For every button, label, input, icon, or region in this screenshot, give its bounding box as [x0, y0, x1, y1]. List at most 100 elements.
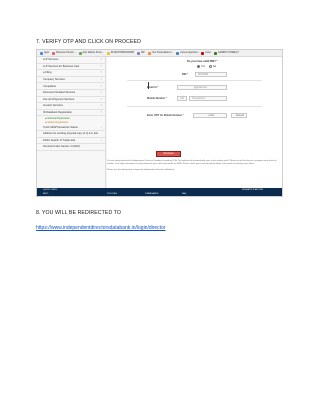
sub-item-label: Individual Registration — [46, 116, 70, 120]
footer-faq[interactable]: FAQ — [182, 193, 186, 195]
bookmark-item[interactable]: Lister — [201, 51, 212, 55]
chevron-icon: ˅ — [100, 91, 102, 95]
chevron-icon: › — [101, 138, 102, 142]
radio-no[interactable]: No — [209, 65, 216, 68]
bookmark-favicon-icon — [176, 51, 180, 55]
sidebar-item[interactable]: Public Search of Trademark › — [37, 138, 105, 145]
sidebar-item-label: Public Search of Trademark — [43, 138, 76, 142]
bookmark-item[interactable]: www.mcaportal.in — [176, 51, 199, 55]
bookmark-item[interactable]: Business Honors... — [52, 51, 76, 55]
bookmark-favicon-icon — [40, 51, 43, 55]
footer-standards[interactable]: STANDARDS — [145, 193, 158, 195]
resend-button[interactable]: Resend — [231, 113, 247, 118]
sidebar-item-label: Investor Services — [43, 104, 63, 108]
sidebar-item[interactable]: e-Filing ˅ — [37, 70, 105, 77]
footer-quick-links[interactable]: QUICK LINKS — [43, 189, 57, 191]
sidebar-item-label: Address for sending physical copy of Q &… — [43, 132, 99, 136]
otp-label: Enter OTP for Mobile Number * — [147, 114, 184, 117]
sidebar-item-label: Complaints — [43, 84, 56, 88]
footer-mca-applications[interactable]: MCA APPLICATIONS — [242, 189, 263, 191]
din-field[interactable]: 09713464 — [195, 72, 227, 77]
chevron-icon: › — [101, 125, 102, 129]
sidebar-item[interactable]: Investor Services ˅ — [37, 103, 105, 110]
sidebar-item-label: Company Services — [43, 78, 65, 82]
email-field[interactable]: @gmail.com — [177, 85, 227, 90]
otp-field[interactable]: Ldddd — [193, 113, 227, 118]
sidebar-item-label: Track SRN/Transaction Status — [43, 125, 78, 129]
din-question: Do you have valid DIN? * — [187, 60, 218, 63]
bookmark-label: Lister — [205, 52, 212, 54]
chevron-icon: ˅ — [100, 71, 102, 75]
mobile-code-field[interactable]: +91 — [177, 96, 187, 101]
radio-label: Yes — [201, 65, 205, 68]
bookmark-favicon-icon — [137, 51, 141, 55]
radio-circle-icon — [197, 65, 200, 68]
redirect-note: You are being redirected to Independent … — [107, 160, 277, 172]
sidebar-extra: Track SRN/Transaction Status › Address for… — [37, 124, 105, 151]
site-footer: QUICK LINKS INFO POLICIES STANDARDS FAQ … — [37, 188, 282, 196]
sidebar-item[interactable]: Company Services ˅ — [37, 77, 105, 84]
sidebar-item-label: Nominal Under Section 1 (MAO) — [43, 145, 81, 149]
radio-label: No — [213, 65, 217, 68]
footer-info[interactable]: INFO — [43, 193, 48, 195]
sidebar: LLP Services ˅ LLP Services for Business U… — [37, 57, 106, 188]
mobile-label: Mobile Number * — [147, 97, 167, 100]
redirect-note-text-2: Please use that information to login int… — [107, 169, 175, 172]
bookmark-item[interactable]: GAMBIT CONNECT — [214, 51, 239, 55]
bookmark-label: Quiz Matrics Proce... — [82, 52, 104, 54]
sidebar-item[interactable]: Track SRN/Transaction Status › — [37, 124, 105, 131]
bookmark-label: MP — [141, 52, 145, 54]
sidebar-item[interactable]: Document Related Services ˅ — [37, 90, 105, 97]
step-7-heading: 7. VERIFY OTP AND CLICK ON PROCEED — [36, 39, 141, 45]
footer-policies[interactable]: POLICIES — [107, 193, 117, 195]
sidebar-item-label: Fee and Payment Services — [43, 97, 75, 101]
bookmarks-bar: Apps Business Honors... Quiz Matrics Proce… — [37, 50, 282, 57]
step-8-heading: 8. YOU WILL BE REDIRECTED TO — [36, 210, 122, 216]
sidebar-item-label: Document Related Services — [43, 91, 76, 95]
director-login-link[interactable]: https://www.independentdirectorsdatabank… — [36, 225, 166, 231]
bookmark-favicon-icon — [214, 51, 218, 55]
bookmark-item[interactable]: Quiz Matrics Proce... — [78, 51, 104, 55]
sidebar-menu: LLP Services ˅ LLP Services for Business U… — [37, 57, 105, 117]
chevron-icon: ˅ — [100, 84, 102, 88]
bookmark-item[interactable]: Your Financiaforum... — [147, 51, 174, 55]
bookmark-item[interactable]: Apps — [40, 51, 50, 55]
email-value: @gmail.com — [194, 86, 207, 89]
sidebar-item-label: e-Filing — [43, 71, 52, 75]
bookmark-favicon-icon — [106, 51, 110, 55]
sidebar-item-label: LLP Services for Business User — [43, 64, 80, 68]
sidebar-item[interactable]: Nominal Under Section 1 (MAO) — [37, 144, 105, 151]
text-cursor-icon — [148, 82, 149, 89]
mobile-field[interactable]: 7xxxxxxxxxx — [189, 96, 227, 101]
bookmark-label: GAMBIT CONNECT — [218, 52, 239, 54]
bookmark-label: Your Financiaforum... — [151, 52, 174, 54]
bookmark-favicon-icon — [147, 51, 151, 55]
sidebar-item[interactable]: Address for sending physical copy of Q &… — [37, 131, 105, 138]
chevron-icon: ˅ — [100, 97, 102, 101]
screenshot: Apps Business Honors... Quiz Matrics Proce… — [36, 49, 283, 197]
sub-item-label: Institute Registration — [46, 120, 69, 124]
bookmark-label: INVESTOR/BOARD/IP — [110, 52, 135, 54]
chevron-icon: ˅ — [100, 104, 102, 108]
sidebar-item[interactable]: ID Databank Registration ˄ — [37, 110, 105, 117]
bookmark-label: Business Honors... — [56, 52, 76, 54]
radio-yes[interactable]: Yes — [197, 65, 205, 68]
sidebar-item[interactable]: LLP Services ˅ — [37, 57, 105, 64]
bookmark-favicon-icon — [52, 51, 56, 55]
sidebar-item[interactable]: Fee and Payment Services ˅ — [37, 97, 105, 104]
chevron-icon: ˅ — [100, 58, 102, 62]
redirect-note-text: You are being redirected to Independent … — [107, 160, 277, 166]
proceed-button[interactable]: Proceed — [155, 150, 182, 158]
bookmark-item[interactable]: INVESTOR/BOARD/IP — [106, 51, 135, 55]
bookmark-label: www.mcaportal.in — [180, 52, 199, 54]
radio-circle-icon — [209, 65, 212, 68]
sidebar-item[interactable]: LLP Services for Business User ˅ — [37, 64, 105, 71]
din-label: DIN * — [182, 73, 188, 76]
bookmark-item[interactable]: MP — [137, 51, 145, 55]
chevron-icon: ˄ — [100, 111, 102, 115]
bookmark-label: Apps — [44, 52, 50, 54]
bookmark-favicon-icon — [78, 51, 82, 55]
chevron-icon: ˅ — [100, 64, 102, 68]
sidebar-item-label: ID Databank Registration — [43, 111, 72, 115]
sidebar-item[interactable]: Complaints ˅ — [37, 83, 105, 90]
